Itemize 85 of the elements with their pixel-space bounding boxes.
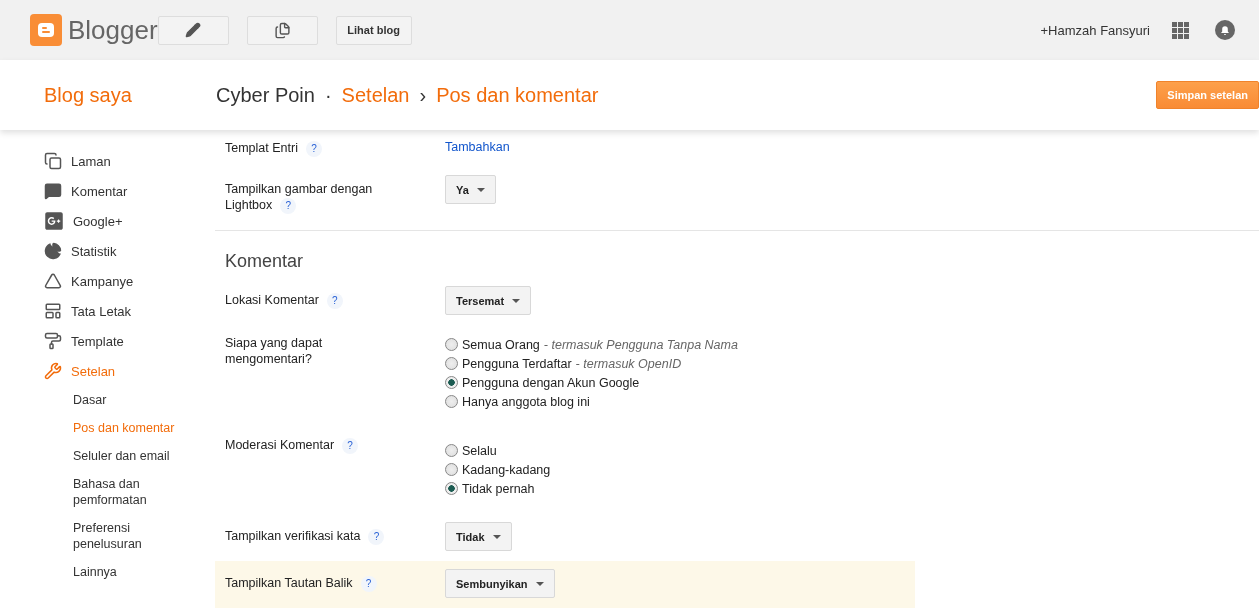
sidebar-subitem[interactable]: Bahasa dan pemformatan [0,470,183,514]
radio-button[interactable] [445,338,458,351]
add-link[interactable]: Tambahkan [445,140,510,157]
help-icon[interactable]: ? [368,529,385,545]
logo-text: Blogger [68,14,158,46]
option-label: Hanya anggota blog ini [462,394,590,409]
radio-button[interactable] [445,376,458,389]
caret-icon [492,534,501,539]
caret-icon [476,187,485,192]
help-icon[interactable]: ? [326,293,343,309]
user-name[interactable]: +Hamzah Fansyuri [1040,22,1150,38]
speech-bubble-icon [44,182,62,200]
radio-option[interactable]: Tidak pernah [445,479,551,498]
apps-grid-icon[interactable] [1172,21,1189,39]
caret-icon [535,581,544,586]
sidebar-item[interactable]: Kampanye [0,266,215,296]
sidebar-item[interactable]: Komentar [0,176,215,206]
radio-button[interactable] [445,482,458,495]
new-post-button[interactable] [157,15,229,45]
option-label: Semua Orang - termasuk Pengguna Tanpa Nama [462,337,738,352]
help-icon[interactable]: ? [342,438,359,454]
sidebar-item[interactable]: Tata Letak [0,296,215,326]
sidebar-item-label: Laman [71,153,111,169]
setting-label: Templat Entri ? [225,140,400,157]
option-label: Selalu [462,443,497,458]
paint-roller-icon [44,332,62,350]
radio-button[interactable] [445,357,458,370]
help-icon[interactable]: ? [305,141,322,157]
radio-button[interactable] [445,444,458,457]
option-label: Tidak pernah [462,481,535,496]
breadcrumb-separator: · [324,83,332,107]
notification-bell-icon[interactable] [1215,20,1235,40]
setting-label: Siapa yang dapat mengomentari? [225,335,324,368]
pages-icon [44,152,62,170]
triangle-icon [44,272,62,290]
help-icon[interactable]: ? [280,198,297,214]
dropdown[interactable]: Tersemat [445,286,532,315]
sidebar-item-label: Template [71,333,124,349]
pencil-icon [185,22,202,38]
setting-label: Tampilkan verifikasi kata ? [225,528,400,551]
sidebar-item[interactable]: Google+ [0,206,215,236]
sidebar-subitem[interactable]: Lainnya [0,558,183,586]
radio-option[interactable]: Pengguna dengan Akun Google [445,373,738,392]
pie-chart-icon [44,242,62,260]
blog-title: Cyber Poin [216,83,315,107]
sidebar-item[interactable]: Statistik [0,236,215,266]
option-label: Kadang-kadang [462,462,551,477]
sidebar-subitem[interactable]: Preferensi penelusuran [0,514,183,558]
radio-button[interactable] [445,463,458,476]
radio-option[interactable]: Semua Orang - termasuk Pengguna Tanpa Nama [445,335,738,354]
radio-option[interactable]: Pengguna Terdaftar - termasuk OpenID [445,354,738,373]
help-icon[interactable]: ? [360,576,377,592]
documents-icon [273,21,291,39]
google-plus-icon [44,211,64,231]
setting-label: Moderasi Komentar ? [225,437,400,498]
sidebar-item-label: Komentar [71,183,128,199]
sidebar-item-label: Tata Letak [71,303,131,319]
caret-icon [512,298,521,303]
sidebar-item[interactable]: Template [0,326,215,356]
dropdown[interactable]: Ya [445,175,496,204]
section-heading: Komentar [225,251,305,272]
wrench-icon [44,362,62,380]
blogger-logo-icon[interactable] [30,14,62,46]
setting-label: Lokasi Komentar ? [225,292,400,315]
sidebar-item-label: Statistik [71,243,117,259]
sidebar-subitem[interactable]: Seluler dan email [0,442,183,470]
option-label: Pengguna Terdaftar - termasuk OpenID [462,356,682,371]
setting-label: Tampilkan Tautan Balik ? [225,575,400,598]
dropdown[interactable]: Sembunyikan [445,569,555,598]
sidebar-item-label: Kampanye [71,273,134,289]
layout-icon [44,302,62,320]
radio-option[interactable]: Kadang-kadang [445,460,551,479]
radio-option[interactable]: Selalu [445,441,551,460]
sidebar-subitem[interactable]: Dasar [0,386,183,414]
sidebar-item-label: Setelan [71,363,116,379]
posts-button[interactable] [246,15,318,45]
radio-button[interactable] [445,395,458,408]
setting-label: Tampilkan gambar dengan Lightbox ? [225,181,374,214]
sidebar-item[interactable]: Laman [0,146,215,176]
radio-option[interactable]: Hanya anggota blog ini [445,392,738,411]
sidebar-item-label: Google+ [73,213,123,229]
breadcrumb-separator: › [419,83,427,107]
option-label: Pengguna dengan Akun Google [462,375,640,390]
dropdown[interactable]: Tidak [445,522,512,551]
view-blog-button[interactable]: Lihat blog [335,15,412,45]
